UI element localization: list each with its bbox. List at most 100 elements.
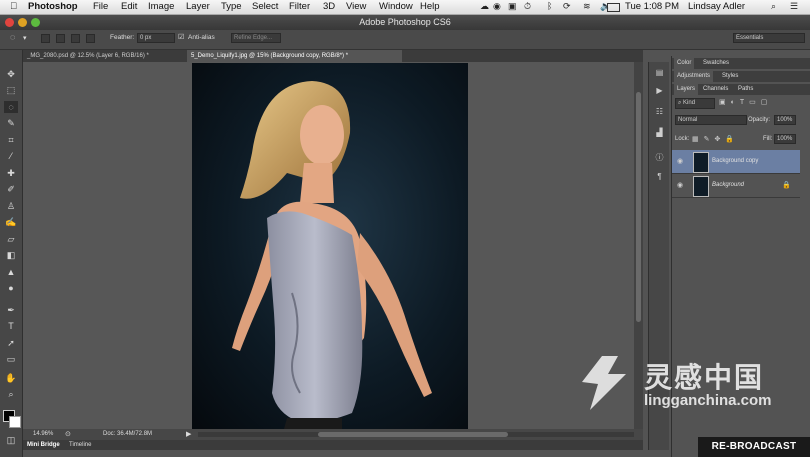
doc-tab-active[interactable]: 5_Demo_Liquify1.jpg @ 15% (Background co… [187,50,402,62]
history-panel-icon[interactable]: ▤ [654,68,665,78]
actions-panel-icon[interactable]: ▶ [654,86,665,96]
opacity-input[interactable]: 100% [774,115,796,125]
layer-row-selected[interactable]: ◉ Background copy [672,150,800,174]
menu-clock[interactable]: Tue 1:08 PM [625,1,679,12]
menu-image[interactable]: Image [148,1,174,12]
new-selection-icon[interactable] [41,34,50,43]
tab-mini-bridge[interactable]: Mini Bridge [27,442,60,448]
dodge-tool-icon[interactable]: ● [4,282,18,294]
workspace-select[interactable]: Essentials [733,33,805,43]
dropdown-icon[interactable]: ▾ [23,34,27,42]
move-tool-icon[interactable]: ✥ [4,68,18,80]
battery-icon[interactable] [607,3,620,12]
subtract-selection-icon[interactable] [71,34,80,43]
add-selection-icon[interactable] [56,34,65,43]
document-photo[interactable] [192,63,468,429]
histogram-panel-icon[interactable]: ▟ [654,128,665,138]
menu-app-name[interactable]: Photoshop [28,1,78,12]
healing-tool-icon[interactable]: ✚ [4,167,18,179]
menu-3d[interactable]: 3D [323,1,335,12]
status-icon[interactable]: ▣ [508,1,517,12]
type-tool-icon[interactable]: T [4,320,18,332]
sync-icon[interactable]: ⟳ [563,1,571,12]
tab-color[interactable]: Color [674,58,695,69]
menu-file[interactable]: File [93,1,108,12]
lasso-icon[interactable]: ◌ [10,32,15,42]
blend-mode-select[interactable]: Normal [675,115,747,125]
hand-tool-icon[interactable]: ✋ [4,372,18,384]
fill-input[interactable]: 100% [774,134,796,144]
apple-menu-icon[interactable]:  [10,1,17,12]
close-button[interactable] [5,18,14,27]
menu-help[interactable]: Help [420,1,440,12]
menu-edit[interactable]: Edit [121,1,137,12]
menu-layer[interactable]: Layer [186,1,210,12]
brush-tool-icon[interactable]: ✐ [4,183,18,195]
quick-mask-icon[interactable]: ◫ [4,434,18,446]
refine-edge-button[interactable]: Refine Edge... [231,33,281,43]
crop-tool-icon[interactable]: ⌗ [4,134,18,146]
minimize-button[interactable] [18,18,27,27]
menu-select[interactable]: Select [252,1,278,12]
menu-window[interactable]: Window [379,1,413,12]
zoom-tool-icon[interactable]: ⌕ [4,388,18,400]
lock-icons[interactable]: ▦✎✥🔒 [692,135,739,143]
spotlight-icon[interactable]: ⌕ [771,1,776,12]
feather-input[interactable]: 0 px [137,33,175,43]
tab-swatches[interactable]: Swatches [700,58,732,69]
layer-name[interactable]: Background [712,182,744,188]
visibility-eye-icon[interactable]: ◉ [677,181,683,189]
layer-name[interactable]: Background copy [712,158,758,164]
model-photo-image [232,81,432,429]
doc-tab-label: 5_Demo_Liquify1.jpg @ 15% (Background co… [191,53,349,59]
tab-timeline[interactable]: Timeline [69,442,91,448]
blur-tool-icon[interactable]: ▲ [4,266,18,278]
intersect-selection-icon[interactable] [86,34,95,43]
adjustments-panel-tabs: Adjustments Styles [672,71,810,82]
status-icon[interactable]: ◉ [493,1,501,12]
layer-row[interactable]: ◉ Background 🔒 [672,174,800,198]
visibility-eye-icon[interactable]: ◉ [677,157,683,165]
eyedropper-tool-icon[interactable]: ⁄ [4,150,18,162]
filter-kind-select[interactable]: ⌕ Kind [675,98,715,109]
marquee-tool-icon[interactable]: ⬚ [4,84,18,96]
info-panel-icon[interactable]: ⓘ [654,152,665,162]
scrollbar-thumb[interactable] [636,92,641,322]
antialias-checkbox[interactable]: ☑ [178,33,184,41]
tab-adjustments[interactable]: Adjustments [674,71,714,82]
paragraph-panel-icon[interactable]: ¶ [654,172,665,182]
shape-tool-icon[interactable]: ▭ [4,353,18,365]
pen-tool-icon[interactable]: ✒ [4,304,18,316]
path-select-tool-icon[interactable]: ➚ [4,337,18,349]
status-menu-arrow-icon[interactable]: ▶ [186,430,191,438]
doc-tab[interactable]: _MG_2080.psd @ 12.5% (Layer 6, RGB/16) * [23,50,185,62]
canvas-horizontal-scrollbar[interactable] [198,432,634,437]
properties-panel-icon[interactable]: ☷ [654,107,665,117]
tab-layers[interactable]: Layers [674,84,699,95]
background-color-swatch[interactable] [9,416,21,428]
watermark-url: lingganchina.com [644,392,772,409]
tab-styles[interactable]: Styles [719,71,741,82]
tab-paths[interactable]: Paths [735,84,756,95]
menu-filter[interactable]: Filter [289,1,310,12]
status-icon[interactable]: ☁ [480,1,489,12]
wifi-icon[interactable]: ≋ [583,1,591,12]
quick-select-tool-icon[interactable]: ✎ [4,117,18,129]
bluetooth-icon[interactable]: ᛒ [547,1,552,11]
status-info-icon[interactable]: ⊙ [65,430,71,438]
stamp-tool-icon[interactable]: ♙ [4,200,18,212]
menu-type[interactable]: Type [221,1,242,12]
zoom-level[interactable]: 14.96% [33,431,53,437]
notification-icon[interactable]: ☰ [790,1,798,12]
tab-channels[interactable]: Channels [700,84,731,95]
zoom-button[interactable] [31,18,40,27]
scrollbar-thumb[interactable] [318,432,508,437]
lasso-tool-icon[interactable]: ◌ [4,101,18,113]
eraser-tool-icon[interactable]: ▱ [4,233,18,245]
history-brush-tool-icon[interactable]: ✍ [4,216,18,228]
gradient-tool-icon[interactable]: ◧ [4,249,18,261]
status-icon[interactable]: ⏱ [524,1,531,12]
layer-filter-icons[interactable]: ▣◐T▭▢ [719,98,772,106]
menu-user[interactable]: Lindsay Adler [688,1,745,12]
menu-view[interactable]: View [346,1,366,12]
